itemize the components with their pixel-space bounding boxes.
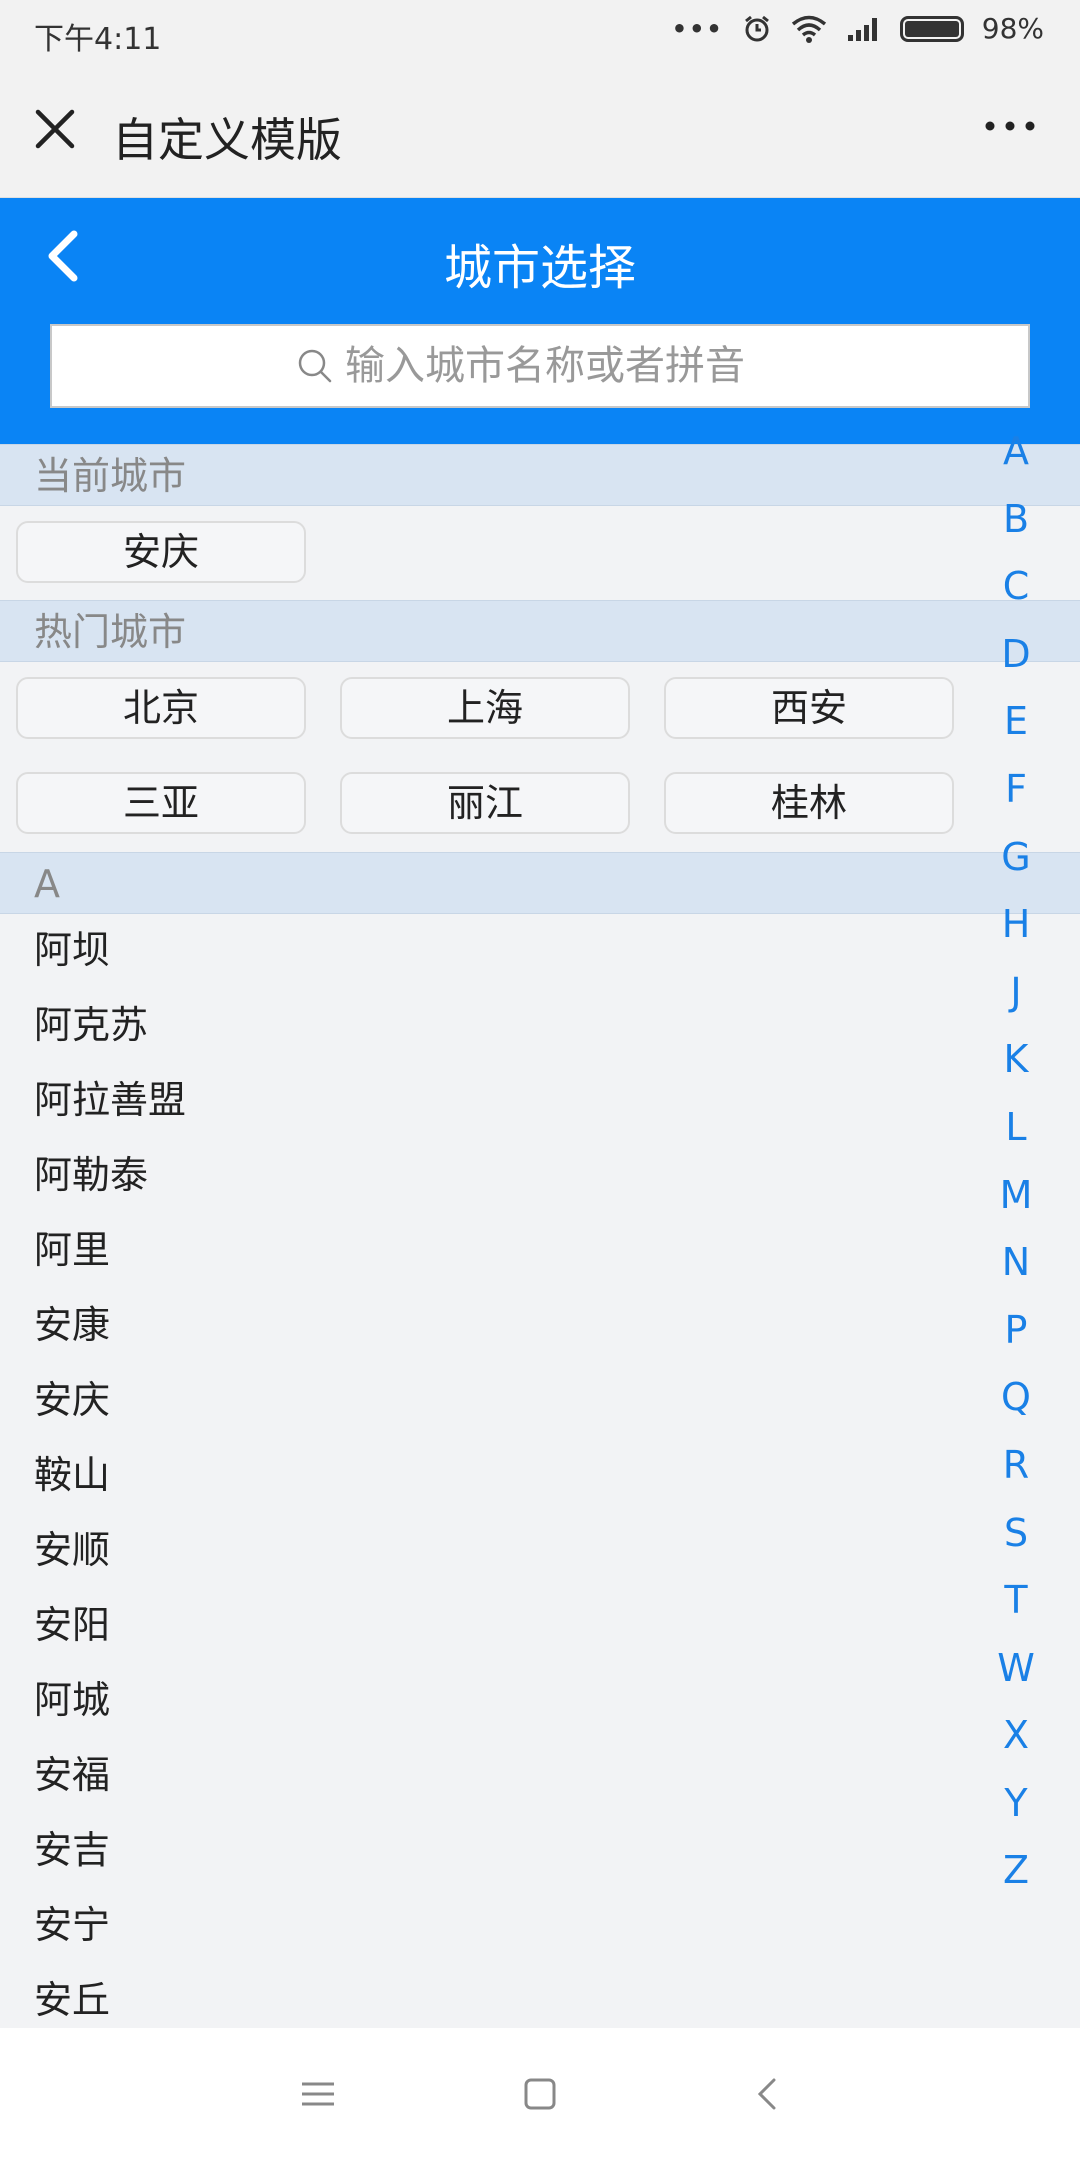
system-nav-bar: [0, 2028, 1080, 2160]
page-title: 城市选择: [443, 240, 636, 296]
hot-city-chip[interactable]: 上海: [340, 677, 630, 739]
index-letter[interactable]: H: [1002, 891, 1031, 959]
city-list-item[interactable]: 鞍山: [34, 1438, 110, 1513]
back-nav-icon[interactable]: [748, 2074, 788, 2114]
title-bar: 自定义模版: [0, 66, 1080, 198]
index-letter[interactable]: C: [1003, 553, 1030, 621]
status-icons: ••• 98%: [672, 12, 1044, 45]
menu-icon[interactable]: [298, 2074, 338, 2114]
city-list-item[interactable]: 安福: [34, 1738, 110, 1813]
city-list-item[interactable]: 安康: [34, 1288, 110, 1363]
index-letter[interactable]: Q: [1001, 1364, 1031, 1432]
index-letter[interactable]: E: [1004, 688, 1028, 756]
hot-city-chip[interactable]: 西安: [664, 677, 954, 739]
index-letter[interactable]: J: [1010, 959, 1021, 1027]
alphabet-index[interactable]: A B C D E F G H J K L M N P Q R S T W X …: [996, 418, 1036, 1905]
city-list-item[interactable]: 安顺: [34, 1513, 110, 1588]
city-list[interactable]: 当前城市 安庆 热门城市 北京 上海 西安 三亚 丽江 桂林 A 阿坝 阿克苏 …: [0, 444, 1080, 2028]
index-letter[interactable]: L: [1005, 1094, 1026, 1162]
search-input[interactable]: [345, 343, 785, 389]
index-letter[interactable]: T: [1004, 1567, 1027, 1635]
city-list-item[interactable]: 阿克苏: [34, 988, 148, 1063]
hot-city-chip[interactable]: 桂林: [664, 772, 954, 834]
close-icon[interactable]: [30, 104, 80, 154]
section-hot-cities: 热门城市: [0, 600, 1080, 662]
city-list-item[interactable]: 安宁: [34, 1888, 110, 1963]
home-icon[interactable]: [520, 2074, 560, 2114]
index-letter[interactable]: K: [1004, 1026, 1029, 1094]
index-letter[interactable]: G: [1001, 824, 1030, 892]
alarm-icon: [744, 15, 769, 41]
more-icon[interactable]: [980, 106, 1040, 146]
battery-level: 98%: [981, 12, 1044, 45]
index-letter[interactable]: S: [1004, 1500, 1028, 1568]
city-list-item[interactable]: 安庆: [34, 1363, 110, 1438]
index-letter[interactable]: M: [1000, 1162, 1033, 1230]
hot-city-chip[interactable]: 三亚: [16, 772, 306, 834]
city-list-item[interactable]: 阿坝: [34, 913, 110, 988]
status-bar: 下午4:11 ••• 98%: [0, 0, 1080, 66]
window-title: 自定义模版: [112, 113, 342, 167]
notification-dots-icon: •••: [671, 14, 724, 43]
hot-city-chip[interactable]: 丽江: [340, 772, 630, 834]
index-letter[interactable]: Y: [1004, 1770, 1027, 1838]
city-list-item[interactable]: 阿勒泰: [34, 1138, 148, 1213]
section-current-city: 当前城市: [0, 444, 1080, 506]
index-letter[interactable]: N: [1002, 1229, 1030, 1297]
index-letter[interactable]: B: [1003, 486, 1029, 554]
current-city-chip[interactable]: 安庆: [16, 521, 306, 583]
battery-icon: [899, 15, 964, 42]
index-letter[interactable]: R: [1003, 1432, 1029, 1500]
wifi-icon: [791, 15, 826, 43]
section-letter-a: A: [0, 852, 1080, 914]
hot-city-chip[interactable]: 北京: [16, 677, 306, 739]
search-icon: [298, 349, 332, 383]
city-list-item[interactable]: 阿城: [34, 1663, 110, 1738]
city-list-item[interactable]: 安丘: [34, 1963, 110, 2028]
city-select-header: 城市选择: [0, 198, 1080, 444]
index-letter[interactable]: D: [1001, 621, 1030, 689]
city-list-item[interactable]: 阿里: [34, 1213, 110, 1288]
index-letter[interactable]: F: [1005, 756, 1027, 824]
screen: 下午4:11 ••• 98% 自定义模版 城市选择 输入城市名称或者拼音 当前城…: [0, 0, 1080, 2160]
index-letter[interactable]: A: [1003, 418, 1029, 486]
city-list-item[interactable]: 阿拉善盟: [34, 1063, 186, 1138]
city-list-item[interactable]: 安阳: [34, 1588, 110, 1663]
index-letter[interactable]: W: [997, 1635, 1035, 1703]
index-letter[interactable]: Z: [1003, 1837, 1029, 1905]
index-letter[interactable]: P: [1005, 1297, 1028, 1365]
index-letter[interactable]: X: [1003, 1702, 1029, 1770]
search-box[interactable]: [50, 324, 1030, 408]
city-list-item[interactable]: 安吉: [34, 1813, 110, 1888]
status-time: 下午4:11: [34, 22, 162, 57]
signal-icon: [847, 17, 877, 41]
